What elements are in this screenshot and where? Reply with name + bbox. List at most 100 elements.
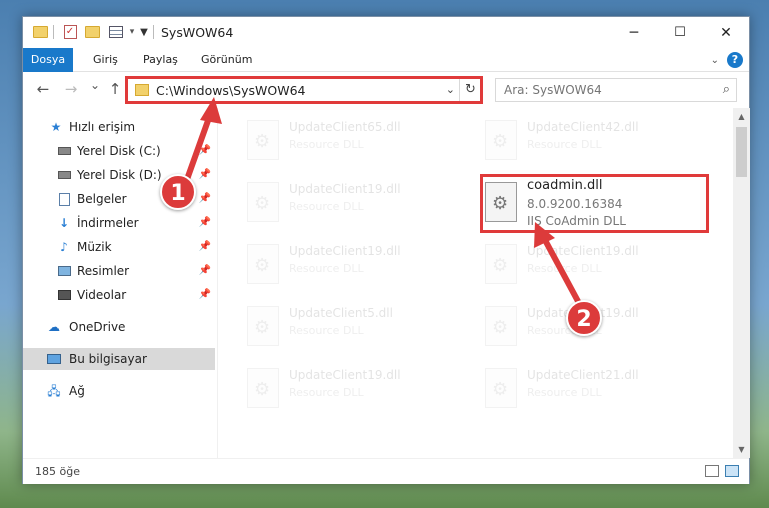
scroll-thumb[interactable] [736, 127, 747, 177]
file-description: Resource DLL [289, 200, 364, 213]
documents-icon [57, 192, 71, 206]
status-bar: 185 öğe [23, 458, 749, 484]
star-icon: ★ [50, 120, 62, 134]
file-item[interactable]: UpdateClient65.dll Resource DLL [243, 116, 463, 166]
pin-icon[interactable]: 📌 [199, 164, 211, 186]
navigation-pane: ★ Hızlı erişim Yerel Disk (C:) 📌 Yerel D… [23, 108, 218, 458]
file-list: UpdateClient65.dll Resource DLL UpdateCl… [219, 108, 733, 458]
file-name: UpdateClient42.dll [527, 120, 639, 134]
vertical-scrollbar[interactable]: ▲ ▼ [733, 108, 750, 458]
sidebar-item-label: Bu bilgisayar [69, 352, 147, 366]
back-button[interactable]: ← [33, 80, 53, 98]
videos-icon [57, 288, 71, 302]
pin-icon[interactable]: 📌 [199, 140, 211, 162]
sidebar-item-pictures[interactable]: Resimler 📌 [23, 260, 215, 282]
tab-gorunum[interactable]: Görünüm [193, 48, 260, 72]
tab-giris[interactable]: Giriş [85, 48, 126, 72]
sidebar-item-network[interactable]: 🖧 Ağ [23, 380, 215, 402]
dll-file-icon [247, 306, 279, 346]
close-button[interactable]: ✕ [703, 17, 749, 48]
new-folder-icon[interactable] [83, 23, 101, 41]
file-item[interactable]: UpdateClient19.dll Resource DLL [481, 240, 701, 290]
file-item[interactable]: UpdateClient19.dll Resource DLL [243, 178, 463, 228]
pin-icon[interactable]: 📌 [199, 212, 211, 234]
toolbar-separator [53, 25, 54, 39]
large-icons-view-icon[interactable] [725, 465, 739, 477]
file-item[interactable]: UpdateClient19.dll Resource DLL [243, 364, 463, 414]
file-description: Resource DLL [289, 324, 364, 337]
dll-file-icon [485, 368, 517, 408]
properties-check-icon[interactable]: ✓ [61, 23, 79, 41]
sidebar-item-label: Resimler [77, 264, 130, 278]
scroll-down-icon[interactable]: ▼ [733, 441, 750, 458]
step-2-badge: 2 [566, 300, 602, 336]
computer-icon [47, 352, 61, 366]
file-item[interactable]: UpdateClient5.dll Resource DLL [243, 302, 463, 352]
sidebar-item-label: Müzik [77, 240, 112, 254]
sidebar-item-label: İndirmeler [77, 216, 139, 230]
sidebar-item-this-pc[interactable]: Bu bilgisayar [23, 348, 215, 370]
file-name: UpdateClient5.dll [289, 306, 393, 320]
dll-file-icon [485, 244, 517, 284]
search-icon[interactable]: ⌕ [723, 82, 730, 97]
file-item[interactable]: UpdateClient19.dll Resource DLL [243, 240, 463, 290]
sidebar-item-label: Belgeler [77, 192, 127, 206]
window-title: SysWOW64 [161, 25, 234, 40]
folder-icon [31, 23, 49, 41]
drive-icon [57, 144, 71, 158]
sidebar-item-quick-access[interactable]: ★ Hızlı erişim [23, 116, 215, 138]
sidebar-item-drive-c[interactable]: Yerel Disk (C:) 📌 [23, 140, 215, 162]
file-name: UpdateClient19.dll [289, 244, 401, 258]
file-description: Resource DLL [527, 386, 602, 399]
sidebar-item-label: Yerel Disk (D:) [77, 168, 162, 182]
tab-paylas[interactable]: Paylaş [135, 48, 186, 72]
sidebar-item-videos[interactable]: Videolar 📌 [23, 284, 215, 306]
expand-ribbon-icon[interactable]: ⌄ [711, 55, 719, 66]
title-separator [153, 25, 154, 39]
file-name: UpdateClient65.dll [289, 120, 401, 134]
sidebar-item-downloads[interactable]: ↓ İndirmeler 📌 [23, 212, 215, 234]
pin-icon[interactable]: 📌 [199, 236, 211, 258]
file-name: UpdateClient19.dll [289, 368, 401, 382]
forward-button[interactable]: → [61, 80, 81, 98]
search-input[interactable] [496, 79, 712, 101]
pin-icon[interactable]: 📌 [199, 284, 211, 306]
minimize-button[interactable]: ─ [611, 17, 657, 48]
scroll-up-icon[interactable]: ▲ [733, 108, 750, 125]
sidebar-item-label: Videolar [77, 288, 127, 302]
sidebar-item-label: Yerel Disk (C:) [77, 144, 161, 158]
navigation-bar: ← → ⌄ ↑ C:\Windows\SysWOW64 ⌄ ↻ ⌕ [23, 72, 749, 108]
quick-access-dropdown-icon[interactable]: ▼ [135, 23, 153, 41]
dll-file-icon [247, 244, 279, 284]
download-icon: ↓ [58, 216, 70, 230]
network-icon: 🖧 [47, 384, 61, 398]
up-button[interactable]: ↑ [105, 80, 125, 98]
maximize-button[interactable]: ☐ [657, 17, 703, 48]
address-highlight-box [125, 76, 483, 104]
recent-locations-button[interactable]: ⌄ [85, 78, 105, 92]
file-item[interactable]: UpdateClient42.dll Resource DLL [481, 116, 701, 166]
file-item[interactable]: UpdateClient21.dll Resource DLL [481, 364, 701, 414]
dll-file-icon [247, 182, 279, 222]
selected-file-highlight-box [480, 174, 709, 233]
sidebar-item-music[interactable]: ♪ Müzik 📌 [23, 236, 215, 258]
dll-file-icon [247, 120, 279, 160]
dll-file-icon [485, 306, 517, 346]
drive-icon [57, 168, 71, 182]
sidebar-item-label: OneDrive [69, 320, 126, 334]
explorer-window: ✓ ▾ ▼ SysWOW64 ─ ☐ ✕ Dosya Giriş Paylaş … [22, 16, 750, 484]
dll-file-icon [485, 120, 517, 160]
pin-icon[interactable]: 📌 [199, 260, 211, 282]
help-button[interactable]: ? [727, 52, 743, 68]
file-name: UpdateClient21.dll [527, 368, 639, 382]
file-description: Resource DLL [527, 138, 602, 151]
pin-icon[interactable]: 📌 [199, 188, 211, 210]
sidebar-item-label: Ağ [69, 384, 85, 398]
title-bar: ✓ ▾ ▼ SysWOW64 ─ ☐ ✕ [23, 17, 749, 48]
sidebar-item-onedrive[interactable]: ☁ OneDrive [23, 316, 215, 338]
details-view-icon[interactable] [705, 465, 719, 477]
file-name: UpdateClient19.dll [527, 244, 639, 258]
tab-dosya[interactable]: Dosya [23, 48, 73, 72]
search-box[interactable]: ⌕ [495, 78, 737, 102]
file-description: Resource DLL [289, 386, 364, 399]
